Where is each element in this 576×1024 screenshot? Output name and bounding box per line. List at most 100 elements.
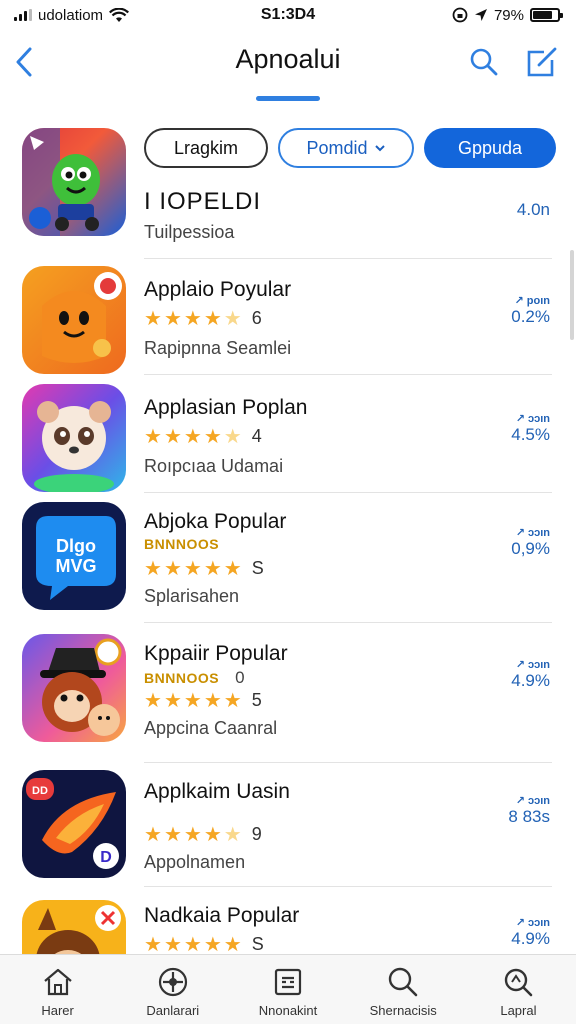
star-icon: ★ bbox=[144, 933, 162, 955]
app-meta-value: 4.9% bbox=[511, 929, 550, 948]
list-item[interactable]: Nadkaia Popular ★ ★ ★ ★ ★ S ↗ ɔɔın 4.9% bbox=[0, 900, 576, 954]
app-meta-value: 8 83s bbox=[508, 807, 550, 826]
battery-percent: 79% bbox=[493, 6, 524, 24]
app-name: Applkaim Uasin bbox=[144, 780, 290, 803]
app-meta-label: ↗ ɔɔın bbox=[515, 527, 550, 539]
app-subtitle: Roıpcıaa Udamai bbox=[144, 456, 284, 476]
search-detail-icon bbox=[505, 968, 533, 997]
star-icon: ★ bbox=[203, 689, 222, 712]
divider bbox=[144, 258, 552, 259]
star-icon: ★ bbox=[144, 823, 162, 846]
app-meta: ↗ ɔɔın 4.5% bbox=[511, 412, 550, 445]
app-icon-flame: DD D bbox=[22, 770, 126, 878]
app-icon-robot bbox=[22, 128, 126, 236]
star-icon: ★ bbox=[223, 557, 242, 580]
scrollbar[interactable] bbox=[570, 250, 574, 340]
app-name: Abjoka Popular bbox=[144, 510, 287, 533]
star-icon: ★ bbox=[203, 307, 222, 330]
star-icon: ★ bbox=[144, 307, 162, 330]
star-icon: ★ bbox=[183, 307, 202, 330]
signal-icon bbox=[14, 9, 32, 21]
compose-button[interactable] bbox=[524, 44, 560, 80]
tab-label: Danlarari bbox=[146, 1003, 200, 1018]
carrier-label: udolatiom bbox=[38, 6, 104, 24]
star-icon: ★ bbox=[223, 689, 242, 712]
svg-text:MVG: MVG bbox=[55, 556, 96, 576]
back-button[interactable] bbox=[6, 42, 42, 82]
divider bbox=[144, 622, 552, 623]
filter-pill-pomdid[interactable]: Pomdid bbox=[278, 128, 414, 168]
rating-count: S bbox=[251, 934, 264, 954]
star-icon: ★ bbox=[183, 933, 202, 955]
list-item[interactable]: Applasian Poplan ★ ★ ★ ★ ★ 4 Roıpcıaa Udamai … bbox=[0, 384, 576, 494]
star-icon: ★ bbox=[144, 689, 162, 712]
star-rating: ★ ★ ★ ★ ★ 5 bbox=[144, 690, 262, 711]
app-meta-value: 4.9% bbox=[511, 671, 550, 690]
tab-indicator bbox=[256, 96, 320, 101]
tab-discover[interactable]: Danlarari bbox=[115, 955, 230, 1024]
compass-icon bbox=[158, 967, 187, 997]
app-name: Applaio Poyular bbox=[144, 278, 292, 301]
star-icon: ★ bbox=[163, 307, 182, 330]
rating-count: S bbox=[251, 558, 264, 578]
app-meta-value: 4.0n bbox=[516, 200, 550, 219]
wifi-icon bbox=[109, 7, 130, 22]
star-icon: ★ bbox=[163, 557, 182, 580]
search-icon bbox=[470, 48, 498, 76]
star-rating: ★ ★ ★ ★ ★ 6 bbox=[144, 308, 262, 329]
list-item[interactable]: DD D Applkaim Uasin ★ ★ ★ ★ ★ 9 Appolnamen ↗ … bbox=[0, 770, 576, 890]
divider bbox=[144, 492, 552, 493]
star-icon: ★ bbox=[223, 425, 242, 448]
app-icon-panda bbox=[22, 384, 126, 492]
list-item[interactable]: Dlgo MVG Abjoka Popular BNNNOOS ★ ★ ★ ★ ★ S S… bbox=[0, 502, 576, 626]
list-item[interactable]: Applaio Poyular ★ ★ ★ ★ ★ 6 Rapipnna Seamlei … bbox=[0, 266, 576, 376]
star-icon: ★ bbox=[163, 425, 182, 448]
star-icon: ★ bbox=[203, 425, 222, 448]
tab-bar: Harer Danlarari Nnonakint Shernacisis La… bbox=[0, 954, 576, 1024]
tab-home[interactable]: Harer bbox=[0, 955, 115, 1024]
list-item[interactable]: Kppaiir Popular BNNNOOS 0 ★ ★ ★ ★ ★ 5 Appcina … bbox=[0, 634, 576, 764]
app-meta-value: 0,9% bbox=[511, 539, 550, 558]
tab-label: Lapral bbox=[500, 1003, 537, 1018]
star-icon: ★ bbox=[223, 933, 242, 955]
app-meta: ↗ ɔɔın 4.9% bbox=[511, 916, 550, 949]
app-meta-value: 0.2% bbox=[511, 307, 550, 326]
star-icon: ★ bbox=[163, 823, 182, 846]
app-name: Kppaiir Popular bbox=[144, 642, 288, 665]
list-item[interactable]: Lragkim Pomdid Gppuda I IOPELDI Tuilpess… bbox=[0, 118, 576, 259]
star-icon: ★ bbox=[183, 689, 202, 712]
filter-pill-lragkim[interactable]: Lragkim bbox=[144, 128, 268, 168]
star-icon: ★ bbox=[203, 933, 222, 955]
star-icon: ★ bbox=[223, 307, 242, 330]
app-icon-orange-creature bbox=[22, 266, 126, 374]
rating-count: 9 bbox=[251, 824, 262, 844]
filter-pill-gppuda[interactable]: Gppuda bbox=[424, 128, 556, 168]
svg-text:D: D bbox=[100, 849, 112, 866]
app-name: I IOPELDI bbox=[144, 188, 262, 215]
battery-icon bbox=[530, 8, 563, 22]
star-rating: ★ ★ ★ ★ ★ 9 bbox=[144, 824, 262, 845]
nav-bar: Apnoalui bbox=[0, 30, 576, 101]
app-icon-chat-bubble: Dlgo MVG bbox=[22, 502, 126, 610]
app-subtitle: Splarisahen bbox=[144, 586, 240, 606]
app-meta: 4.0n bbox=[517, 200, 550, 220]
tab-lapral[interactable]: Lapral bbox=[461, 955, 576, 1024]
star-icon: ★ bbox=[203, 557, 222, 580]
rating-count: 5 bbox=[251, 690, 262, 710]
star-icon: ★ bbox=[144, 425, 162, 448]
tab-label: Shernacisis bbox=[369, 1003, 437, 1018]
divider bbox=[144, 886, 552, 887]
app-name: Nadkaia Popular bbox=[144, 904, 300, 927]
search-button[interactable] bbox=[466, 44, 502, 80]
svg-text:Dlgo: Dlgo bbox=[56, 536, 96, 556]
app-tag-label: BNNNOOS bbox=[144, 670, 220, 686]
app-meta-label: ↗ ɔɔın bbox=[515, 659, 550, 671]
tab-calculator[interactable]: Nnonakint bbox=[230, 955, 345, 1024]
tab-search[interactable]: Shernacisis bbox=[346, 955, 461, 1024]
app-subtitle: Appcina Caanral bbox=[144, 718, 278, 738]
star-icon: ★ bbox=[223, 823, 242, 846]
app-tag-count: 0 bbox=[235, 668, 246, 687]
app-subtitle: Rapipnna Seamlei bbox=[144, 338, 292, 358]
app-meta: ↗ ɔɔın 0,9% bbox=[511, 526, 550, 559]
star-icon: ★ bbox=[183, 557, 202, 580]
